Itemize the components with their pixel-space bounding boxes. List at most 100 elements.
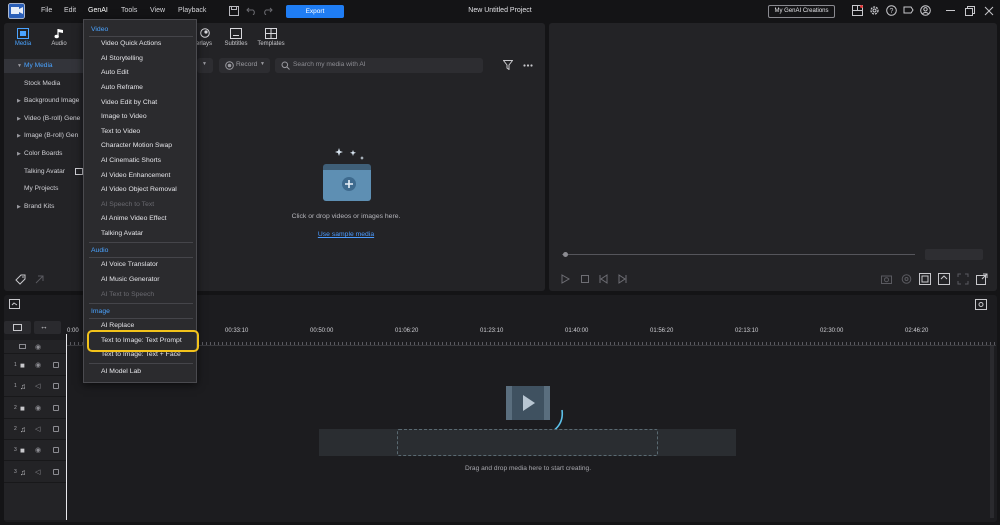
menu-item-auto-reframe[interactable]: Auto Reframe — [101, 84, 143, 91]
layout-icon[interactable] — [852, 5, 863, 16]
menu-item-ai-replace[interactable]: AI Replace — [101, 322, 134, 329]
tag-icon[interactable] — [15, 274, 26, 285]
notifications-icon[interactable] — [903, 5, 914, 16]
menu-item-ai-music-generator[interactable]: AI Music Generator — [101, 276, 160, 283]
menu-item-ai-voice-translator[interactable]: AI Voice Translator — [101, 261, 158, 268]
scrubber-handle[interactable] — [563, 252, 568, 257]
timeline-view-icon[interactable] — [9, 299, 20, 309]
eye-icon[interactable]: ◉ — [35, 446, 41, 454]
search-input[interactable]: Search my media with AI — [293, 61, 366, 68]
sidebar-item-brand-kits[interactable]: ▶ Brand Kits — [4, 200, 84, 214]
track-manager-button[interactable] — [4, 321, 31, 334]
previous-frame-icon[interactable] — [599, 274, 609, 284]
track-header-row[interactable]: 3 ■ ◉ — [4, 441, 66, 462]
filter-icon[interactable] — [503, 60, 513, 70]
sidebar-item-talking-avatar[interactable]: Talking Avatar — [4, 165, 84, 179]
track-header-row[interactable]: 1 ■ ◉ — [4, 356, 66, 376]
speaker-icon[interactable]: ◁ — [35, 425, 40, 433]
tab-audio[interactable]: Audio — [47, 28, 71, 47]
menu-playback[interactable]: Playback — [178, 7, 206, 14]
eye-icon[interactable]: ◉ — [35, 361, 41, 369]
record-button[interactable]: Record ▼ — [219, 58, 270, 73]
restore-icon[interactable] — [965, 6, 975, 16]
menu-view[interactable]: View — [150, 7, 165, 14]
sidebar-item-background-image[interactable]: ▶ Background Image — [4, 94, 84, 108]
lock-icon[interactable] — [53, 468, 59, 475]
import-dropdown-icon[interactable]: ▼ — [197, 58, 213, 73]
track-header-row[interactable]: 2 ♫ ◁ — [4, 420, 66, 440]
next-frame-icon[interactable] — [617, 274, 627, 284]
tab-media[interactable]: Media — [10, 28, 36, 47]
minimize-icon[interactable] — [946, 10, 955, 11]
app-logo-icon[interactable] — [8, 3, 25, 19]
track-header-row[interactable]: 2 ■ ◉ — [4, 399, 66, 419]
menu-file[interactable]: File — [41, 7, 52, 14]
menu-item-ai-cinematic-shorts[interactable]: AI Cinematic Shorts — [101, 157, 161, 164]
export-button[interactable]: Export — [286, 5, 344, 18]
undock-preview-icon[interactable] — [976, 273, 988, 285]
tab-templates[interactable]: Templates — [255, 28, 287, 47]
menu-item-ai-model-lab[interactable]: AI Model Lab — [101, 368, 141, 375]
track-header-row[interactable]: 3 ♫ ◁ — [4, 463, 66, 483]
menu-item-image-to-video[interactable]: Image to Video — [101, 113, 147, 120]
menu-item-auto-edit[interactable]: Auto Edit — [101, 69, 129, 76]
volume-icon[interactable] — [901, 274, 912, 284]
lock-icon[interactable] — [53, 362, 59, 368]
menu-tools[interactable]: Tools — [121, 7, 137, 14]
preview-scrubber[interactable] — [562, 254, 915, 255]
more-options-icon[interactable] — [523, 64, 533, 67]
close-icon[interactable] — [984, 6, 994, 16]
menu-item-video-quick-actions[interactable]: Video Quick Actions — [101, 40, 161, 47]
menu-item-text-to-image-text-face[interactable]: Text to Image: Text + Face — [101, 351, 181, 358]
sidebar-item-video-broll[interactable]: ▶ Video (B-roll) Gene — [4, 112, 84, 126]
lock-icon[interactable] — [53, 404, 59, 411]
eye-icon[interactable]: ◉ — [35, 404, 41, 412]
save-icon[interactable] — [229, 6, 239, 16]
lock-icon[interactable] — [53, 425, 59, 432]
timeline-settings-icon[interactable] — [975, 299, 987, 310]
use-sample-media-link[interactable]: Use sample media — [300, 231, 392, 238]
timeline-scrollbar[interactable] — [990, 346, 994, 518]
menu-item-text-to-video[interactable]: Text to Video — [101, 128, 140, 135]
settings-gear-icon[interactable] — [869, 5, 880, 16]
stop-icon[interactable] — [581, 275, 589, 283]
playhead[interactable] — [66, 334, 67, 520]
clear-tag-icon[interactable] — [34, 274, 45, 285]
account-avatar-icon[interactable] — [920, 5, 931, 16]
eye-all-icon[interactable]: ◉ — [35, 343, 41, 351]
menu-item-ai-video-enhancement[interactable]: AI Video Enhancement — [101, 172, 170, 179]
sidebar-item-my-projects[interactable]: My Projects — [4, 182, 84, 196]
track-visibility-all-icon[interactable] — [19, 344, 26, 349]
folder-plus-icon[interactable] — [318, 142, 380, 204]
speaker-icon[interactable]: ◁ — [35, 468, 40, 476]
menu-item-character-motion-swap[interactable]: Character Motion Swap — [101, 142, 172, 149]
fit-screen-icon[interactable] — [938, 273, 950, 285]
menu-item-ai-anime-video-effect[interactable]: AI Anime Video Effect — [101, 215, 167, 222]
menu-item-talking-avatar[interactable]: Talking Avatar — [101, 230, 143, 237]
fullscreen-icon[interactable] — [957, 273, 969, 285]
redo-icon[interactable] — [262, 6, 273, 15]
menu-item-ai-storytelling[interactable]: AI Storytelling — [101, 55, 143, 62]
menu-item-ai-video-object-removal[interactable]: AI Video Object Removal — [101, 186, 177, 193]
sidebar-item-my-media[interactable]: ▼ My Media — [4, 59, 84, 73]
menu-item-video-edit-by-chat[interactable]: Video Edit by Chat — [101, 99, 157, 106]
sidebar-item-image-broll[interactable]: ▶ Image (B-roll) Gen — [4, 129, 84, 143]
tab-subtitles[interactable]: Subtitles — [222, 28, 250, 47]
sidebar-item-stock-media[interactable]: Stock Media — [4, 77, 84, 91]
sidebar-item-color-boards[interactable]: ▶ Color Boards — [4, 147, 84, 161]
lock-icon[interactable] — [53, 383, 59, 390]
menu-edit[interactable]: Edit — [64, 7, 76, 14]
help-icon[interactable]: ? — [886, 5, 897, 16]
timeline-ruler[interactable] — [66, 334, 996, 346]
my-genai-creations-button[interactable]: My GenAI Creations — [768, 5, 835, 18]
timeline-drop-zone[interactable] — [397, 429, 658, 456]
play-icon[interactable] — [561, 274, 570, 284]
undo-icon[interactable] — [246, 6, 257, 15]
menu-genai[interactable]: GenAI — [88, 7, 108, 14]
track-header-row[interactable]: 1 ♫ ◁ — [4, 377, 66, 398]
fit-timeline-button[interactable]: ↔ — [34, 321, 61, 334]
lock-icon[interactable] — [53, 447, 59, 454]
search-box[interactable]: Search my media with AI — [275, 58, 483, 73]
snapshot-icon[interactable] — [881, 274, 892, 284]
speaker-icon[interactable]: ◁ — [35, 382, 40, 390]
